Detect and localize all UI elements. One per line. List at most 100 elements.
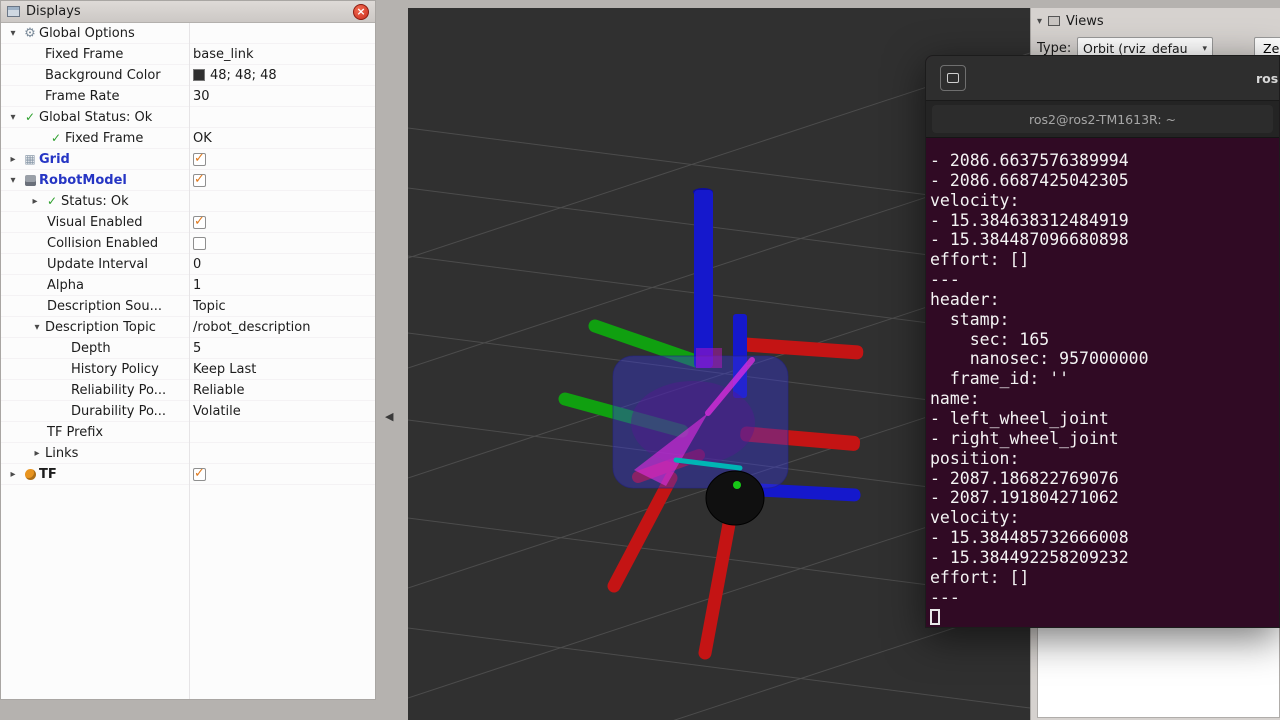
property-label: TF bbox=[39, 467, 57, 482]
property-label: Description Topic bbox=[45, 320, 156, 335]
property-value-text: 1 bbox=[193, 278, 201, 293]
property-label: Background Color bbox=[45, 68, 161, 83]
property-label: Depth bbox=[71, 341, 111, 356]
tf-icon bbox=[21, 469, 39, 480]
property-name: ✓Fixed Frame bbox=[1, 131, 189, 146]
tree-row[interactable]: History Policy Keep Last bbox=[1, 359, 375, 380]
property-label: Durability Po... bbox=[71, 404, 166, 419]
property-value[interactable] bbox=[189, 174, 375, 187]
property-name: ▾✓Global Status: Ok bbox=[1, 110, 189, 125]
property-label: Global Options bbox=[39, 26, 135, 41]
expander-caret-icon[interactable]: ▸ bbox=[29, 448, 45, 459]
displays-titlebar[interactable]: Displays × bbox=[1, 1, 375, 23]
color-swatch[interactable] bbox=[193, 69, 205, 81]
expander-caret-icon[interactable]: ▸ bbox=[5, 469, 21, 480]
property-name: Alpha bbox=[1, 278, 189, 293]
expander-caret-icon[interactable]: ▾ bbox=[5, 175, 21, 186]
tree-row[interactable]: ▸✓Status: Ok bbox=[1, 191, 375, 212]
tree-row[interactable]: ▸ TF bbox=[1, 464, 375, 485]
check-icon: ✓ bbox=[43, 194, 61, 208]
expander-caret-icon[interactable]: ▸ bbox=[27, 196, 43, 207]
checkbox[interactable] bbox=[193, 174, 206, 187]
property-value[interactable]: OK bbox=[189, 131, 375, 146]
tree-row[interactable]: ▾RobotModel bbox=[1, 170, 375, 191]
property-value[interactable]: Topic bbox=[189, 299, 375, 314]
property-label: Fixed Frame bbox=[45, 47, 123, 62]
tree-row[interactable]: ▸Links bbox=[1, 443, 375, 464]
checkbox[interactable] bbox=[193, 153, 206, 166]
property-name: Update Interval bbox=[1, 257, 189, 272]
expander-caret-icon[interactable]: ▾ bbox=[29, 322, 45, 333]
terminal-line: - 2086.6637576389994 bbox=[930, 151, 1277, 171]
property-value[interactable]: base_link bbox=[189, 47, 375, 62]
property-value-text: 48; 48; 48 bbox=[210, 68, 277, 83]
tree-row[interactable]: TF Prefix bbox=[1, 422, 375, 443]
terminal-line: - 15.384487096680898 bbox=[930, 230, 1277, 250]
checkbox[interactable] bbox=[193, 237, 206, 250]
expander-caret-icon[interactable]: ▾ bbox=[5, 28, 21, 39]
property-value[interactable] bbox=[189, 153, 375, 166]
tree-row[interactable]: ▾Description Topic/robot_description bbox=[1, 317, 375, 338]
property-value[interactable]: Volatile bbox=[189, 404, 375, 419]
property-value[interactable]: 5 bbox=[189, 341, 375, 356]
tree-row[interactable]: ▾⚙Global Options bbox=[1, 23, 375, 44]
property-name: ▾RobotModel bbox=[1, 173, 189, 188]
property-value[interactable]: 48; 48; 48 bbox=[189, 68, 375, 83]
tree-row[interactable]: Collision Enabled bbox=[1, 233, 375, 254]
property-value[interactable] bbox=[189, 216, 375, 229]
tree-row[interactable]: Background Color 48; 48; 48 bbox=[1, 65, 375, 86]
tree-row[interactable]: Reliability Po... Reliable bbox=[1, 380, 375, 401]
tree-row[interactable]: Visual Enabled bbox=[1, 212, 375, 233]
property-label: TF Prefix bbox=[47, 425, 103, 440]
property-label: History Policy bbox=[71, 362, 159, 377]
property-value[interactable]: /robot_description bbox=[189, 320, 375, 335]
property-value[interactable] bbox=[189, 237, 375, 250]
property-value[interactable]: Reliable bbox=[189, 383, 375, 398]
views-expander-icon[interactable]: ▾ bbox=[1037, 16, 1042, 27]
new-tab-icon bbox=[947, 73, 959, 83]
tree-row[interactable]: ▸▦Grid bbox=[1, 149, 375, 170]
property-label: Update Interval bbox=[47, 257, 148, 272]
property-label: Collision Enabled bbox=[47, 236, 158, 251]
property-value-text: 30 bbox=[193, 89, 210, 104]
terminal-line: - right_wheel_joint bbox=[930, 429, 1277, 449]
terminal-body[interactable]: - 2086.6637576389994- 2086.6687425042305… bbox=[926, 138, 1279, 627]
collapse-arrow-icon[interactable]: ◀ bbox=[385, 410, 393, 423]
terminal-tabbar: ros2@ros2-TM1613R: ~ bbox=[926, 100, 1279, 138]
terminal-headerbar[interactable]: ros2@ bbox=[926, 56, 1279, 100]
property-label: Fixed Frame bbox=[65, 131, 143, 146]
displays-panel: Displays × ▾⚙Global Options Fixed Frame ba… bbox=[0, 0, 376, 700]
tree-row[interactable]: Durability Po... Volatile bbox=[1, 401, 375, 422]
property-label: Visual Enabled bbox=[47, 215, 142, 230]
robot-model bbox=[565, 188, 864, 653]
tree-row[interactable]: Fixed Frame base_link bbox=[1, 44, 375, 65]
property-label: Grid bbox=[39, 152, 70, 167]
tree-row[interactable]: Depth 5 bbox=[1, 338, 375, 359]
property-name: Reliability Po... bbox=[1, 383, 189, 398]
tree-row[interactable]: ✓Fixed FrameOK bbox=[1, 128, 375, 149]
tree-row[interactable]: ▾✓Global Status: Ok bbox=[1, 107, 375, 128]
tree-row[interactable]: Update Interval 0 bbox=[1, 254, 375, 275]
new-tab-button[interactable] bbox=[940, 65, 966, 91]
tree-row[interactable]: Alpha 1 bbox=[1, 275, 375, 296]
tree-row[interactable]: Description Sou... Topic bbox=[1, 296, 375, 317]
property-name: History Policy bbox=[1, 362, 189, 377]
property-value[interactable]: 30 bbox=[189, 89, 375, 104]
property-label: Description Sou... bbox=[47, 299, 162, 314]
checkbox[interactable] bbox=[193, 468, 206, 481]
property-value[interactable]: Keep Last bbox=[189, 362, 375, 377]
property-value[interactable]: 1 bbox=[189, 278, 375, 293]
property-name: Description Sou... bbox=[1, 299, 189, 314]
tree-row[interactable]: Frame Rate30 bbox=[1, 86, 375, 107]
terminal-tab[interactable]: ros2@ros2-TM1613R: ~ bbox=[932, 105, 1273, 133]
property-value[interactable]: 0 bbox=[189, 257, 375, 272]
close-button[interactable]: × bbox=[353, 4, 369, 20]
views-header[interactable]: ▾ Views bbox=[1031, 8, 1280, 34]
terminal-line: frame_id: '' bbox=[930, 369, 1277, 389]
terminal-line: name: bbox=[930, 389, 1277, 409]
checkbox[interactable] bbox=[193, 216, 206, 229]
property-label: Reliability Po... bbox=[71, 383, 166, 398]
expander-caret-icon[interactable]: ▾ bbox=[5, 112, 21, 123]
property-value[interactable] bbox=[189, 468, 375, 481]
expander-caret-icon[interactable]: ▸ bbox=[5, 154, 21, 165]
